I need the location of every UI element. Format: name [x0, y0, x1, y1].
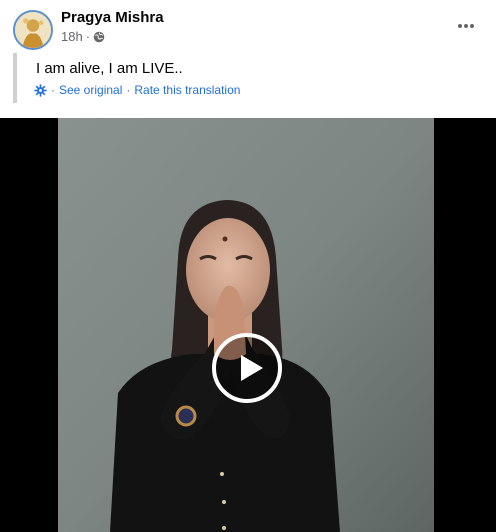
more-options-button[interactable]	[454, 14, 478, 38]
globe-icon[interactable]	[93, 31, 105, 43]
play-button[interactable]	[212, 333, 282, 403]
translation-row: · See original · Rate this translation	[34, 83, 240, 97]
meta-separator: ·	[85, 29, 91, 44]
more-options-icon	[458, 24, 474, 28]
video-thumbnail	[0, 118, 496, 532]
post-text: I am alive, I am LIVE..	[36, 60, 183, 77]
author-name[interactable]: Pragya Mishra	[61, 9, 164, 26]
avatar[interactable]	[13, 10, 53, 50]
post-header: Pragya Mishra 18h ·	[0, 0, 496, 52]
translation-block: I am alive, I am LIVE.. · See original ·…	[13, 53, 483, 103]
play-icon	[241, 355, 263, 381]
video-player[interactable]	[0, 118, 496, 532]
translation-separator-2: ·	[126, 83, 131, 97]
avatar-image	[15, 12, 51, 48]
rate-translation-link[interactable]: Rate this translation	[134, 83, 240, 97]
translation-separator-1: ·	[51, 83, 55, 97]
post-meta: 18h ·	[61, 29, 105, 44]
post-time[interactable]: 18h	[61, 29, 83, 44]
gear-icon	[34, 83, 47, 97]
see-original-link[interactable]: See original	[59, 83, 122, 97]
